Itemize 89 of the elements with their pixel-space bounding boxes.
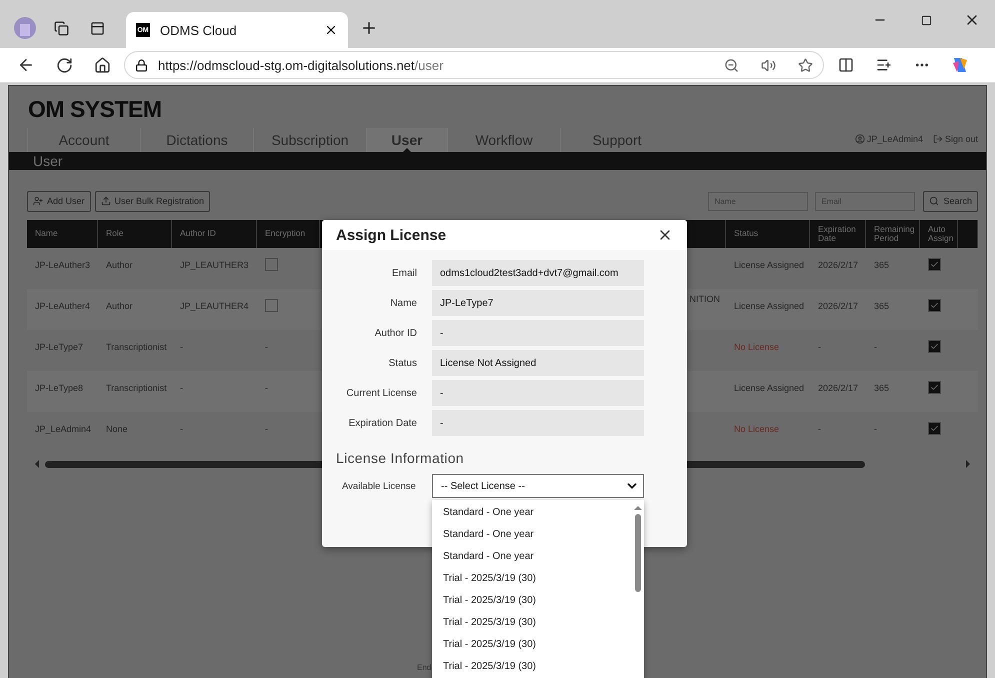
table-cell-text: - [264,423,269,434]
field-value: License Not Assigned [432,350,644,376]
encryption-checkbox[interactable] [265,258,278,271]
status-text: License Assigned [733,300,806,311]
status-text: No License [733,341,780,352]
field-value: - [432,320,644,346]
page-title: User [33,153,63,169]
table-cell-text: JP-LeAuther3 [34,259,92,270]
table-cell-text: - [179,423,184,434]
table-cell-text: 2026/2/17 [817,259,860,270]
url-text: https://odmscloud-stg.om-digitalsolutions.net/user [158,58,444,72]
field-label: Author ID [374,328,417,338]
user-circle-icon [854,134,865,144]
dropdown-option[interactable]: Trial - 2025/3/19 (30) [432,567,632,589]
home-icon [94,56,110,74]
close-icon[interactable] [324,23,338,37]
dropdown-option[interactable]: Standard - One year [432,501,632,523]
dropdown-option[interactable]: Trial - 2025/3/19 (30) [432,589,632,611]
field-label: Status [388,358,417,368]
dropdown-option[interactable]: Trial - 2025/3/19 (30) [432,633,632,655]
license-select[interactable]: -- Select License -- [432,474,644,498]
field-label: Current License [345,388,417,398]
auto-assign-checkbox[interactable] [928,340,941,353]
table-cell-text: JP-LeType8 [34,382,84,393]
table-cell-text: Transcriptionist [105,341,168,352]
table-cell-text: JP_LEAUTHER4 [179,300,250,311]
encryption-checkbox[interactable] [265,299,278,312]
star-icon[interactable] [798,58,813,72]
table-cell-text: JP_LEAUTHER3 [179,259,250,270]
refresh-icon [56,56,72,74]
status-text: License Assigned [733,382,806,393]
table-cell-text: JP_LeAdmin4 [34,423,92,434]
tab-title: ODMS Cloud [160,22,238,38]
table-cell-text: - [264,382,269,393]
dropdown-option[interactable]: Trial - 2025/3/19 (30) [432,655,632,677]
section-heading: License Information [335,449,465,468]
table-cell-text: - [817,341,822,352]
footer-text: End [417,663,432,672]
table-cell-text: - [264,341,269,352]
table-cell-text: - [817,423,822,434]
table-cell-text: - [179,382,184,393]
table-cell-text: 2026/2/17 [817,382,860,393]
dropdown-option[interactable]: Standard - One year [432,545,632,567]
table-cell-text: None [105,423,129,434]
check-icon [930,301,939,310]
dialog-title: Assign License [336,226,448,244]
search-icon [929,196,940,206]
table-cell-text: NITION [688,293,721,304]
speaker-icon[interactable] [761,58,776,72]
auto-assign-checkbox[interactable] [928,381,941,394]
check-icon [930,260,939,269]
address-bar[interactable]: https://odmscloud-stg.om-digitalsolutions.net/user [124,51,824,79]
sign-out-icon [932,134,943,144]
check-icon [930,342,939,351]
table-cell-text: Author [105,259,134,270]
check-icon [930,383,939,392]
field-value: JP-LeType7 [432,290,644,316]
field-label: Available License [341,480,417,492]
field-value: - [432,380,644,406]
table-cell-text: - [873,341,878,352]
check-icon [930,424,939,433]
table-cell-text: 365 [873,300,890,311]
zoom-out-icon[interactable] [724,58,739,72]
auto-assign-checkbox[interactable] [928,258,941,271]
table-cell-text: 2026/2/17 [817,300,860,311]
status-text: No License [733,423,780,434]
table-cell-text: Transcriptionist [105,382,168,393]
table-cell-text: 365 [873,382,890,393]
field-label: Name [389,298,417,308]
table-cell-text: 365 [873,259,890,270]
table-cell-text: - [873,423,878,434]
maximize-icon [920,14,932,26]
dropdown-option[interactable]: Trial - 2025/3/19 (30) [432,611,632,633]
lock-icon[interactable] [135,58,148,72]
table-cell-text: JP-LeType7 [34,341,84,352]
field-label: Expiration Date [348,418,417,428]
upload-icon [100,196,111,206]
auto-assign-checkbox[interactable] [928,422,941,435]
auto-assign-checkbox[interactable] [928,299,941,312]
add-user-icon [33,196,43,206]
field-value: - [432,410,644,436]
table-cell-text: JP-LeAuther4 [34,300,92,311]
dropdown-option[interactable]: Standard - One year [432,523,632,545]
field-value: odms1cloud2test3add+dvt7@gmail.com [432,260,644,286]
table-cell-text: Author [105,300,134,311]
logo: OM SYSTEM [27,95,163,124]
field-label: Email [390,268,417,278]
table-cell-text: - [179,341,184,352]
status-text: License Assigned [733,259,806,270]
